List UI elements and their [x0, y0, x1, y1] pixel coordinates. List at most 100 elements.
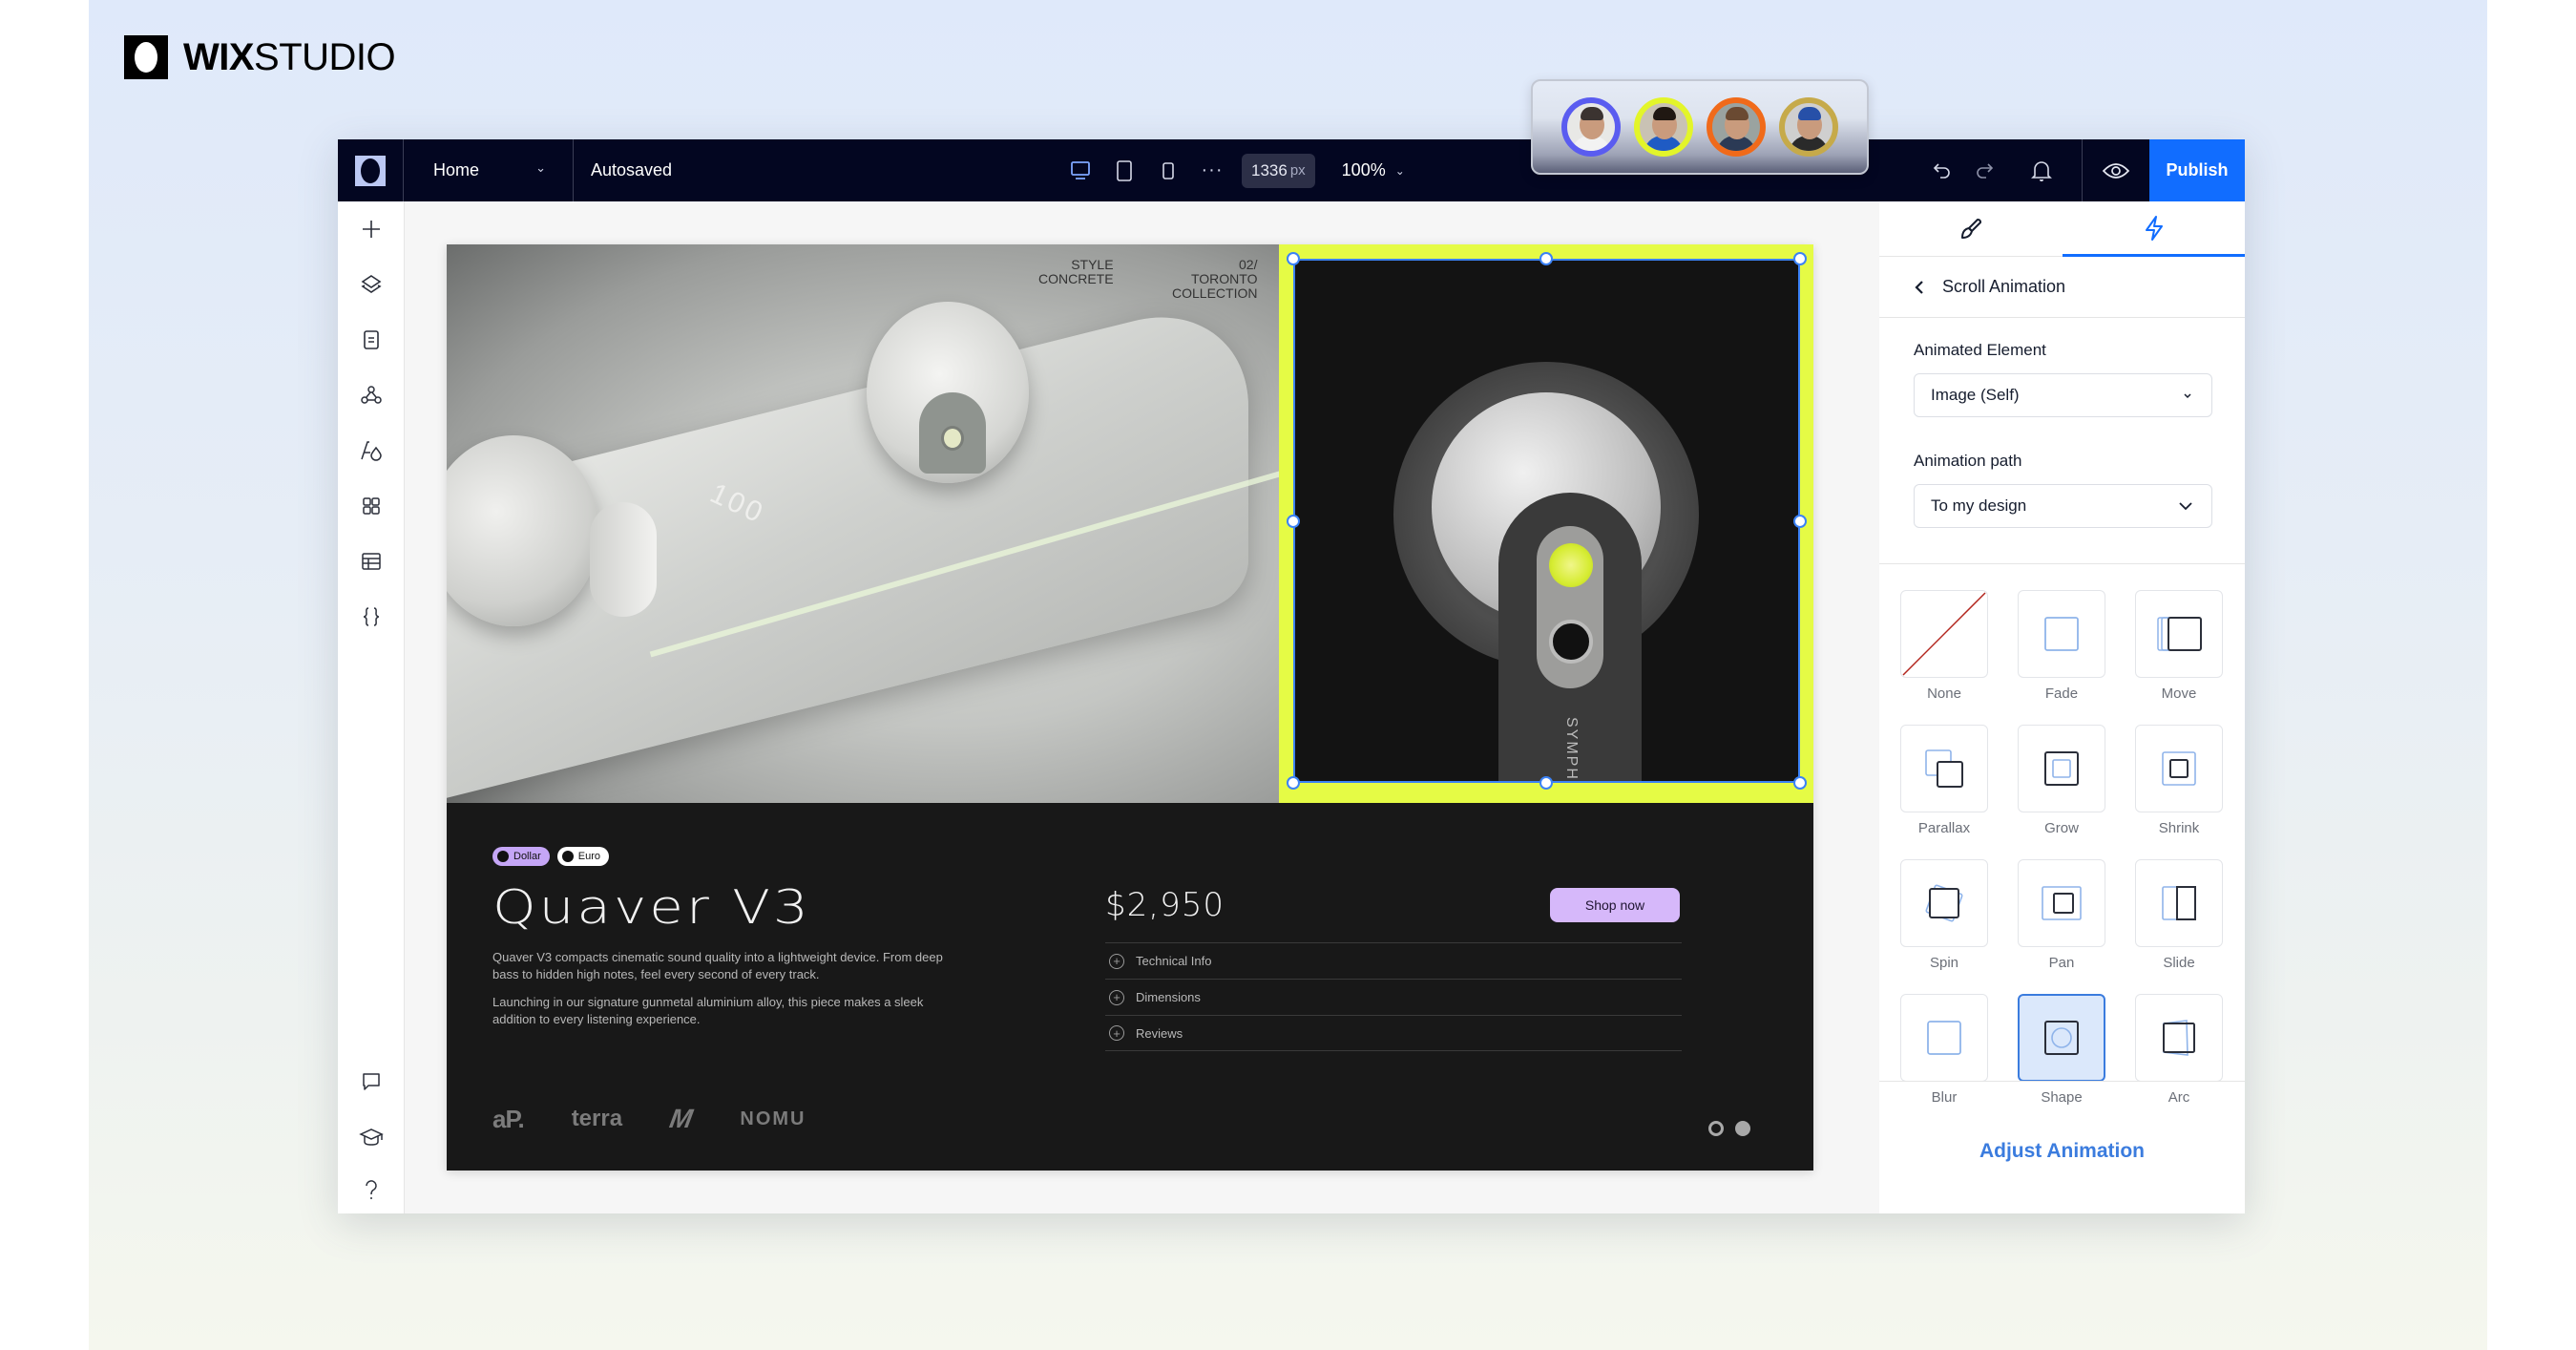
site-design-icon[interactable] [338, 427, 405, 475]
caption-collection: 02/ TORONTO COLLECTION [1172, 257, 1258, 301]
top-bar: Home ⌄ Autosaved ··· 1336 px 100% ⌄ Publ… [338, 139, 2245, 201]
animation-blur[interactable]: Blur [1900, 994, 1988, 1106]
adjust-animation-link[interactable]: Adjust Animation [1879, 1140, 2245, 1163]
resize-handle-top[interactable] [1539, 252, 1553, 265]
partner-logo-nomu: NOMU [740, 1107, 806, 1129]
redo-icon[interactable] [1963, 139, 2005, 201]
panel-header: Scroll Animation [1879, 257, 2245, 318]
animation-parallax[interactable]: Parallax [1900, 725, 1988, 836]
pages-icon[interactable] [338, 316, 405, 364]
editor-logo-button[interactable] [338, 139, 404, 201]
animation-shape-selected[interactable]: Shape [2018, 994, 2105, 1106]
panel-divider [1879, 563, 2245, 564]
resize-handle-top-left[interactable] [1287, 252, 1300, 265]
currency-pill-dollar[interactable]: Dollar [492, 847, 550, 866]
comments-icon[interactable] [338, 1058, 405, 1106]
canvas-stage: 100 STYLE CONCRETE 02/ TORONTO COLLECTIO… [405, 201, 1946, 1213]
caption-style: STYLE CONCRETE [1038, 257, 1114, 286]
pan-icon [2042, 886, 2082, 920]
chevron-down-icon: ⌄ [1394, 163, 1405, 178]
animation-arc[interactable]: Arc [2135, 994, 2223, 1106]
save-status: Autosaved [591, 160, 673, 179]
tab-animation[interactable] [2063, 201, 2245, 257]
help-question-icon[interactable] [338, 1166, 405, 1213]
collaborator-avatar[interactable] [1634, 97, 1693, 157]
chevron-down-icon [2184, 393, 2191, 399]
shrink-icon [2162, 751, 2196, 786]
product-title: Quaver V3 [492, 879, 811, 935]
resize-handle-bottom-left[interactable] [1287, 776, 1300, 790]
shop-now-button[interactable]: Shop now [1550, 888, 1680, 922]
canvas-width-field[interactable]: 1336 px [1242, 153, 1315, 188]
plus-circle-icon: + [1109, 989, 1124, 1005]
spin-icon [1925, 884, 1963, 922]
blocks-icon[interactable] [338, 482, 405, 530]
wix-studio-logo: WIXSTUDIO [124, 34, 396, 80]
brand-name-light: STUDIO [254, 35, 396, 78]
preview-eye-icon[interactable] [2083, 139, 2149, 201]
animation-grow[interactable]: Grow [2018, 725, 2105, 836]
none-icon [1902, 592, 1986, 676]
device-toolbar: ··· 1336 px 100% ⌄ [1058, 139, 1405, 201]
animated-element-dropdown[interactable]: Image (Self) [1914, 373, 2212, 417]
currency-pill-euro[interactable]: Euro [556, 847, 609, 866]
studio-logo-icon [355, 155, 386, 186]
brush-icon [1960, 219, 1981, 239]
animation-path-dropdown[interactable]: To my design [1914, 484, 2212, 528]
earbuds-case-photo[interactable]: 100 STYLE CONCRETE 02/ TORONTO COLLECTIO… [447, 244, 1279, 803]
animated-element-label: Animated Element [1914, 341, 2046, 359]
page-name: Home [433, 160, 480, 179]
animation-spin[interactable]: Spin [1900, 859, 1988, 971]
tablet-icon[interactable] [1102, 139, 1146, 201]
selected-image-container[interactable]: SYMPHONY [1279, 244, 1813, 803]
add-elements-icon[interactable] [338, 205, 405, 253]
tab-design[interactable] [1879, 201, 2062, 257]
resize-handle-bottom[interactable] [1539, 776, 1553, 790]
slider-dot[interactable] [1708, 1121, 1724, 1136]
collaborator-avatar[interactable] [1707, 97, 1766, 157]
back-chevron-icon[interactable] [1914, 279, 1925, 296]
undo-icon[interactable] [1921, 139, 1963, 201]
wix-logo-mark-icon [124, 35, 168, 79]
code-braces-icon[interactable] [338, 593, 405, 641]
animation-move[interactable]: Move [2135, 590, 2223, 702]
animation-path-label: Animation path [1914, 452, 2022, 470]
zoom-selector[interactable]: 100% ⌄ [1342, 160, 1405, 180]
accordion-reviews[interactable]: + Reviews [1105, 1015, 1682, 1051]
more-devices-button[interactable]: ··· [1190, 159, 1234, 181]
animation-shrink[interactable]: Shrink [2135, 725, 2223, 836]
resize-handle-left[interactable] [1287, 515, 1300, 528]
cms-table-icon[interactable] [338, 538, 405, 585]
accordion-technical-info[interactable]: + Technical Info [1105, 942, 1682, 979]
collaborator-avatar[interactable] [1561, 97, 1621, 157]
resize-handle-top-right[interactable] [1793, 252, 1807, 265]
animation-pan[interactable]: Pan [2018, 859, 2105, 971]
animation-presets: None Fade Move Parallax Grow Shrink Spin… [1900, 590, 2223, 1106]
page-selector[interactable]: Home ⌄ [405, 139, 574, 201]
slider-dot-active[interactable] [1735, 1121, 1750, 1136]
layers-icon[interactable] [338, 261, 405, 308]
apps-icon[interactable] [338, 371, 405, 419]
resize-handle-right[interactable] [1793, 515, 1807, 528]
resize-handle-bottom-right[interactable] [1793, 776, 1807, 790]
top-bar-actions: Publish [1921, 139, 2245, 201]
animation-none[interactable]: None [1900, 590, 1988, 702]
collaborator-avatar[interactable] [1779, 97, 1838, 157]
notifications-bell-icon[interactable] [2021, 139, 2063, 201]
fade-icon [2044, 617, 2079, 651]
animation-fade[interactable]: Fade [2018, 590, 2105, 702]
plus-circle-icon: + [1109, 1025, 1124, 1041]
currency-toggle: Dollar Euro [492, 847, 609, 866]
move-icon [2157, 617, 2202, 651]
lightning-icon [2145, 215, 2163, 241]
mobile-icon[interactable] [1146, 139, 1190, 201]
publish-button[interactable]: Publish [2149, 139, 2245, 201]
accordion-dimensions[interactable]: + Dimensions [1105, 979, 1682, 1015]
inspector-panel: Scroll Animation Animated Element Image … [1879, 201, 2245, 1213]
partner-logo-terra: terra [571, 1106, 623, 1131]
academy-cap-icon[interactable] [338, 1113, 405, 1161]
canvas-width-unit: px [1289, 162, 1306, 179]
panel-tabs [1879, 201, 2245, 257]
animation-slide[interactable]: Slide [2135, 859, 2223, 971]
desktop-icon[interactable] [1058, 139, 1102, 201]
